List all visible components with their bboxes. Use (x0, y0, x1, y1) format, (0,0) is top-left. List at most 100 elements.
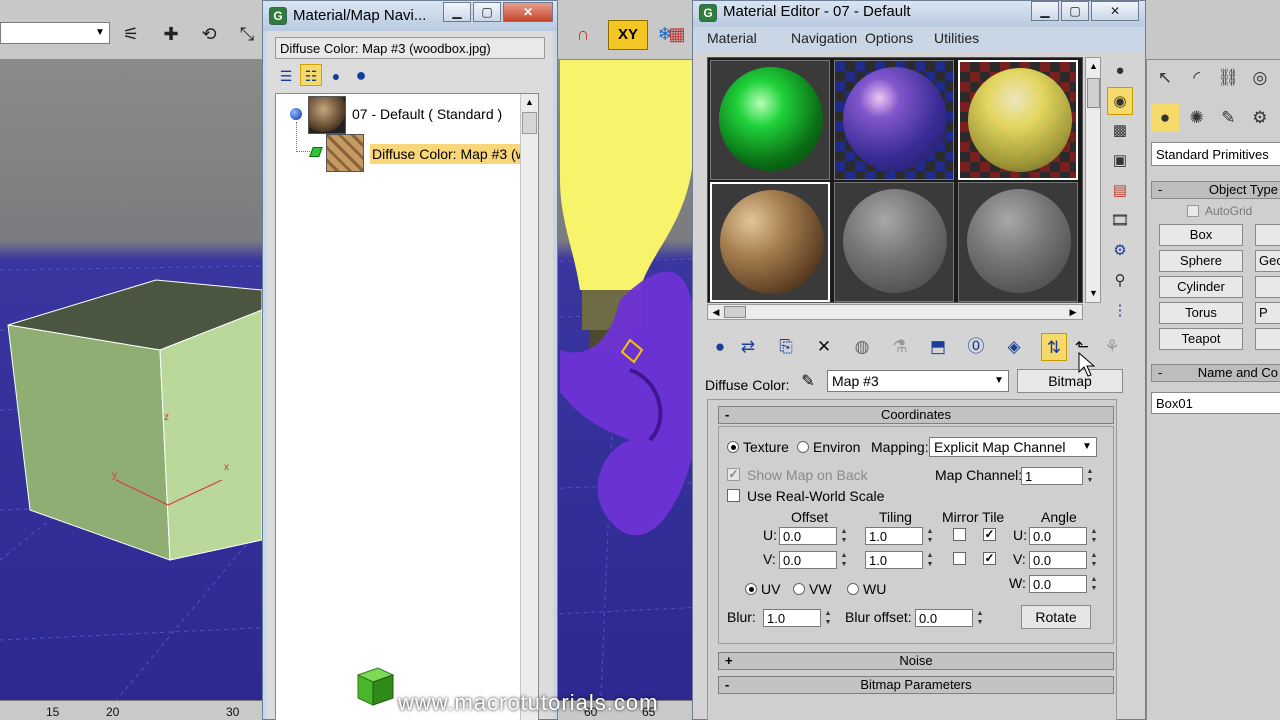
uv-radio[interactable] (745, 583, 757, 595)
sample-slot[interactable] (710, 60, 830, 180)
angle-u-value[interactable]: 0.0 (1029, 527, 1087, 545)
plane-button[interactable] (1255, 328, 1280, 350)
show-end-result-icon[interactable]: ◈ (1001, 333, 1027, 361)
menu-options[interactable]: Options (865, 30, 913, 46)
spinner-arrows-icon[interactable]: ▲ ▼ (839, 551, 849, 569)
tile-u-checkbox[interactable]: ✓ (983, 528, 996, 541)
make-unique-icon[interactable]: ◍ (849, 333, 875, 361)
layers-icon[interactable]: ▦ (664, 22, 690, 46)
hierarchy-tab-icon[interactable]: ⛓ (1214, 64, 1242, 92)
angle-v-spinner[interactable]: 0.0 ▲ ▼ (1029, 551, 1101, 569)
noise-rollout[interactable]: + Noise (718, 652, 1114, 670)
environ-radio[interactable] (797, 441, 809, 453)
spinner-arrows-icon[interactable]: ▲ ▼ (839, 527, 849, 545)
offset-v-spinner[interactable]: 0.0 ▲ ▼ (779, 551, 851, 569)
name-color-rollout[interactable]: - Name and Co (1151, 364, 1280, 382)
backlight-icon[interactable]: ◉ (1107, 87, 1133, 115)
tube-button[interactable] (1255, 276, 1280, 298)
autogrid-checkbox[interactable]: AutoGrid (1187, 204, 1252, 218)
scroll-thumb[interactable] (522, 112, 537, 134)
spinner-arrows-icon[interactable]: ▲ ▼ (1089, 551, 1099, 569)
eyedropper-icon[interactable]: ✎ (797, 371, 819, 393)
angle-v-value[interactable]: 0.0 (1029, 551, 1087, 569)
tree-item-diffuse-map[interactable]: Diffuse Color: Map #3 (wo (370, 144, 520, 164)
select-filter-icon[interactable]: ⚟ (118, 22, 144, 46)
tiling-v-value[interactable]: 1.0 (865, 551, 923, 569)
video-color-check-icon[interactable]: ▤ (1107, 177, 1133, 205)
teapot-button[interactable]: Teapot (1159, 328, 1243, 350)
put-material-icon[interactable]: ⇄ (735, 333, 761, 361)
xy-constraint-button[interactable]: XY (608, 20, 648, 50)
put-to-library-icon[interactable]: ⚗ (887, 333, 913, 361)
modify-tab-icon[interactable]: ◜ (1183, 64, 1211, 92)
cone-button[interactable] (1255, 224, 1280, 246)
box-button[interactable]: Box (1159, 224, 1243, 246)
scroll-down-icon[interactable]: ▼ (1087, 286, 1100, 300)
shapes-icon[interactable]: ✺ (1183, 104, 1211, 132)
box-object[interactable] (0, 270, 270, 570)
pick-material-icon[interactable]: ⚘ (1099, 333, 1125, 361)
scroll-thumb[interactable] (724, 306, 746, 318)
get-material-icon[interactable]: ● (707, 333, 733, 361)
sample-slot[interactable] (834, 182, 954, 302)
real-world-scale-checkbox[interactable] (727, 489, 740, 502)
object-category-dropdown[interactable]: Standard Primitives (1151, 142, 1280, 166)
tiling-u-value[interactable]: 1.0 (865, 527, 923, 545)
sample-uv-tiling-icon[interactable]: ▣ (1107, 147, 1133, 175)
coordinates-rollout[interactable]: - Coordinates (718, 406, 1114, 424)
blur-offset-value[interactable]: 0.0 (915, 609, 973, 627)
sample-slot-active[interactable] (710, 182, 830, 302)
wu-radio[interactable] (847, 583, 859, 595)
tree-item-material[interactable]: 07 - Default ( Standard ) (352, 106, 502, 122)
sample-slot[interactable] (958, 60, 1078, 180)
maximize-button[interactable]: ▢ (473, 2, 501, 22)
map-channel-spinner[interactable]: 1 ▲ ▼ (1021, 467, 1097, 485)
scroll-right-icon[interactable]: ▶ (1066, 306, 1080, 318)
minimize-button[interactable]: ▁ (443, 2, 471, 22)
scale-icon[interactable]: ⤡ (234, 22, 260, 46)
spinner-arrows-icon[interactable]: ▲ ▼ (1089, 527, 1099, 545)
navigator-tree[interactable]: 07 - Default ( Standard ) Diffuse Color:… (275, 93, 539, 720)
minimize-button[interactable]: ▁ (1031, 1, 1059, 21)
editor-titlebar[interactable]: G Material Editor - 07 - Default ▁ ▢ ✕ (693, 1, 1145, 27)
go-to-parent-icon[interactable]: ⇅ (1041, 333, 1067, 361)
show-map-in-viewport-icon[interactable]: ⓪ (963, 333, 989, 361)
cylinder-button[interactable]: Cylinder (1159, 276, 1243, 298)
object-type-rollout[interactable]: - Object Type (1151, 181, 1280, 199)
spinner-arrows-icon[interactable]: ▲ ▼ (925, 527, 935, 545)
move-icon[interactable]: ✚ (158, 22, 184, 46)
blur-spinner[interactable]: 1.0 ▲ ▼ (763, 609, 835, 627)
map-name-dropdown[interactable]: Map #3 ▼ (827, 370, 1009, 392)
rotate-button[interactable]: Rotate (1021, 605, 1091, 629)
select-by-material-icon[interactable]: ⚲ (1107, 267, 1133, 295)
mapping-dropdown[interactable]: Explicit Map Channel ▼ (929, 437, 1097, 457)
view-list-icons-icon[interactable]: ☷ (300, 64, 322, 86)
blur-value[interactable]: 1.0 (763, 609, 821, 627)
material-map-navigator-icon[interactable]: ⋮ (1107, 297, 1133, 325)
geosphere-button[interactable]: Geo (1255, 250, 1280, 272)
sample-type-sphere-icon[interactable]: ● (1107, 57, 1133, 85)
object-name-input[interactable]: Box01 (1151, 392, 1280, 414)
background-checker-icon[interactable]: ▩ (1107, 117, 1133, 145)
close-button[interactable]: ✕ (1091, 1, 1139, 21)
offset-u-value[interactable]: 0.0 (779, 527, 837, 545)
texture-radio[interactable] (727, 441, 739, 453)
maximize-button[interactable]: ▢ (1061, 1, 1089, 21)
offset-v-value[interactable]: 0.0 (779, 551, 837, 569)
navigator-scrollbar[interactable]: ▲ (520, 94, 538, 720)
mirror-u-checkbox[interactable] (953, 528, 966, 541)
map-channel-value[interactable]: 1 (1021, 467, 1083, 485)
geometry-icon[interactable]: ● (1151, 104, 1179, 132)
spinner-arrows-icon[interactable]: ▲ ▼ (1085, 467, 1095, 485)
bitmap-parameters-rollout[interactable]: - Bitmap Parameters (718, 676, 1114, 694)
selection-filter-dropdown[interactable]: ▼ (0, 22, 110, 44)
spinner-arrows-icon[interactable]: ▲ ▼ (1089, 575, 1099, 593)
menu-navigation[interactable]: Navigation (791, 30, 857, 46)
sphere-button[interactable]: Sphere (1159, 250, 1243, 272)
spinner-arrows-icon[interactable]: ▲ ▼ (925, 551, 935, 569)
map-type-button[interactable]: Bitmap (1017, 369, 1123, 393)
assign-material-icon[interactable]: ⎘ (773, 333, 799, 361)
cameras-icon[interactable]: ⚙ (1246, 104, 1274, 132)
scroll-up-icon[interactable]: ▲ (522, 95, 537, 110)
show-map-on-back-checkbox[interactable]: ✓ (727, 468, 740, 481)
